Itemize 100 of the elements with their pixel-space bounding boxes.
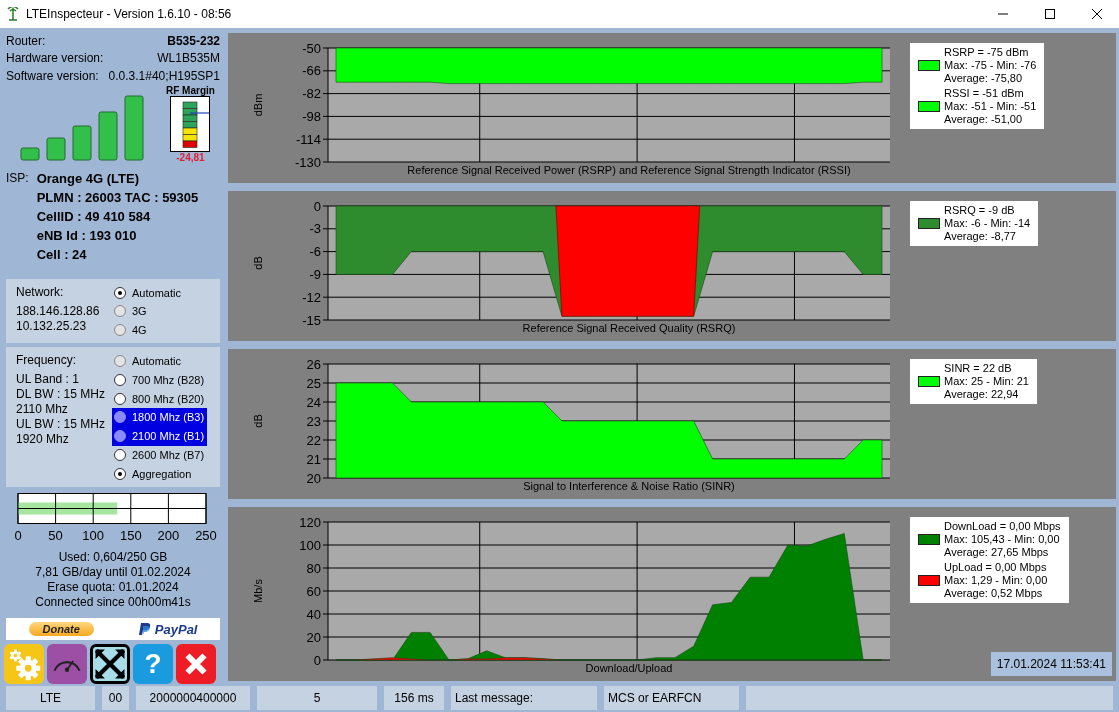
radio-option[interactable]: 2600 Mhz (B7) [112, 445, 208, 465]
group-label: Network: [16, 285, 65, 301]
axis-tick: -130 [294, 154, 321, 170]
axis-label: Mb/s [252, 579, 264, 603]
legend-text: Max: 1,29 - Min: 0,00 [944, 574, 1048, 587]
radio-option[interactable]: 1800 Mhz (B3) [112, 408, 208, 427]
axis-tick: 25 [306, 375, 321, 391]
fullscreen-icon [93, 647, 127, 681]
chart-title: Signal to Interference & Noise Ratio (SINR) [523, 480, 735, 492]
connection-detail: UL Band : 1 [16, 372, 80, 388]
legend-text: Average: 22,94 [944, 388, 1020, 401]
radio-button[interactable] [114, 392, 126, 405]
axis-tick: 24 [306, 394, 321, 410]
radio-button[interactable] [114, 449, 126, 462]
axis-tick: 80 [306, 560, 321, 576]
isp-detail: Orange 4G (LTE) [36, 170, 140, 189]
status-field: 156 ms [384, 686, 444, 710]
legend-text: Max: -51 - Min: -51 [944, 100, 1037, 113]
axis-label: dB [252, 256, 264, 270]
axis-tick: -66 [302, 63, 321, 79]
axis-tick: -50 [302, 40, 321, 56]
axis-tick: 21 [306, 451, 321, 467]
info-value: 0.0.3.1#40;H195SP1 [108, 69, 220, 84]
legend-text: Average: 27,65 Mbps [944, 546, 1050, 559]
usage-text: Used: 0,604/250 GB [58, 550, 168, 566]
axis-tick: 0 [313, 198, 321, 214]
legend-text: Max: 25 - Min: 21 [944, 375, 1029, 388]
axis-tick: -82 [302, 86, 321, 102]
axis-tick: -98 [302, 108, 321, 124]
chart-title: Reference Signal Received Quality (RSRQ) [522, 322, 736, 334]
timestamp: 17.01.2024 11:53:41 [990, 652, 1112, 676]
legend-text: RSRQ = -9 dB [944, 204, 1016, 217]
legend-text: Max: 105,43 - Min: 0,00 [944, 533, 1061, 546]
axis-tick: -15 [302, 312, 321, 328]
axis-tick: -6 [309, 244, 321, 260]
radio-button[interactable] [114, 430, 126, 443]
legend-text: Max: -75 - Min: -76 [944, 59, 1037, 72]
axis-tick: -114 [295, 131, 321, 147]
usage-text: 7,81 GB/day until 01.02.2024 [35, 565, 191, 581]
connection-detail: UL BW : 15 MHz [16, 417, 106, 433]
radio-option[interactable]: 700 Mhz (B28) [112, 370, 208, 390]
connection-detail: DL BW : 15 MHz [16, 387, 106, 403]
close-icon[interactable] [1091, 8, 1103, 20]
isp-detail: PLMN : 26003 TAC : 59305 [36, 189, 199, 208]
axis-tick: 120 [299, 514, 321, 530]
radio-option[interactable]: Automatic [112, 283, 184, 303]
legend-text: RSSI = -51 dBm [944, 87, 1025, 100]
legend-text: Average: 0,52 Mbps [944, 587, 1044, 600]
axis-tick: -12 [302, 289, 321, 305]
paypal-logo-icon [138, 622, 151, 637]
group-label: Frequency: [16, 353, 78, 369]
isp-detail: CellID : 49 410 584 [36, 208, 152, 227]
radio-button[interactable] [114, 411, 126, 424]
scale-label: 100 [82, 528, 105, 544]
status-field: MCS or EARFCN [604, 686, 739, 710]
isp-detail: Cell : 24 [36, 246, 88, 265]
legend-text: Max: -6 - Min: -14 [944, 217, 1031, 230]
connection-detail: 1920 Mhz [16, 432, 70, 448]
legend-text: UpLoad = 0,00 Mbps [944, 561, 1048, 574]
radio-button[interactable] [114, 286, 126, 299]
rf-margin-gauge-icon [170, 96, 211, 153]
legend-text: Average: -51,00 [944, 113, 1024, 126]
scale-label: 150 [119, 528, 142, 544]
info-value: WL1B535M [157, 51, 220, 66]
maximize-icon[interactable] [1044, 8, 1056, 20]
info-label: Software version: [6, 69, 99, 84]
status-field: 00 [102, 686, 129, 710]
speed-test-button[interactable] [47, 644, 87, 684]
axis-tick: 60 [306, 583, 321, 599]
close-button[interactable] [176, 644, 216, 684]
donate-button[interactable]: Donate PayPal [6, 618, 220, 640]
axis-tick: 40 [306, 606, 321, 622]
status-field: Last message: [451, 686, 597, 710]
axis-label: dB [252, 414, 264, 428]
rf-margin-value: -24,81 [176, 152, 205, 164]
scale-label: 0 [14, 528, 22, 544]
fullscreen-button[interactable] [90, 644, 130, 684]
status-field: LTE [6, 686, 95, 710]
status-field: 5 [257, 686, 377, 710]
legend-text: Average: -8,77 [944, 230, 1017, 243]
axis-tick: 23 [306, 413, 321, 429]
window-title: LTEInspecteur - Version 1.6.10 - 08:56 [26, 7, 232, 21]
connection-detail: 2110 Mhz [16, 402, 69, 418]
radio-button[interactable] [114, 468, 126, 480]
gear-icon [7, 647, 41, 681]
legend-text: DownLoad = 0,00 Mbps [944, 520, 1061, 533]
info-label: Hardware version: [6, 51, 104, 66]
axis-tick: 0 [313, 652, 321, 668]
usage-text: Erase quota: 01.01.2024 [47, 580, 179, 596]
radio-button[interactable] [114, 373, 126, 386]
axis-tick: 20 [306, 470, 321, 486]
axis-tick: 100 [299, 537, 321, 553]
radio-option[interactable]: Aggregation [112, 464, 208, 484]
isp-detail: eNB Id : 193 010 [36, 227, 138, 246]
radio-option[interactable]: 800 Mhz (B20) [112, 389, 208, 408]
connection-detail: 10.132.25.23 [16, 319, 88, 335]
usage-text: Connected since 00h00m41s [35, 595, 191, 611]
axis-tick: 20 [306, 629, 321, 645]
axis-tick: 22 [306, 432, 321, 448]
scale-label: 50 [48, 528, 63, 544]
